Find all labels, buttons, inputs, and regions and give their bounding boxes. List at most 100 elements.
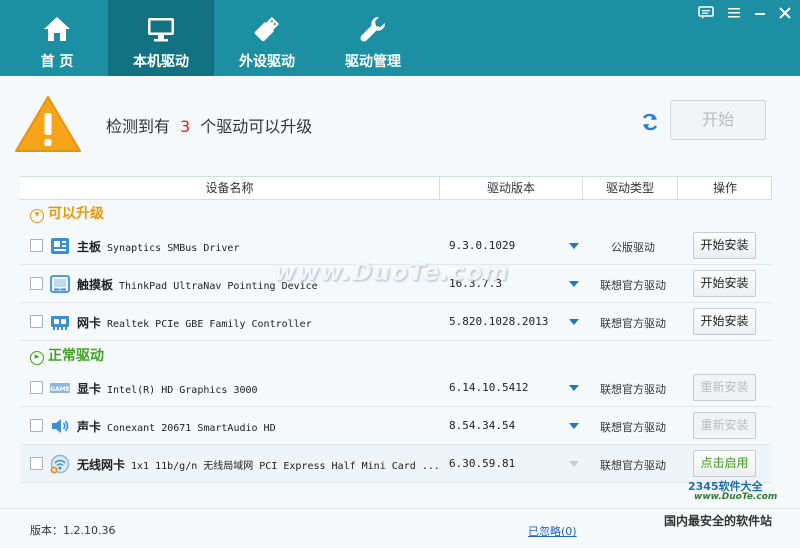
device-model: Conexant 20671 SmartAudio HD [107,423,276,434]
minimize-button[interactable] [752,5,768,21]
row-checkbox[interactable] [30,277,43,290]
minimize-icon [755,13,765,15]
feedback-button[interactable] [698,5,714,21]
driver-version: 6.30.59.81 [449,457,516,470]
group-normal-label: 正常驱动 [48,348,104,364]
group-upgradable-label: 可以升级 [48,206,104,222]
row-checkbox[interactable] [30,381,43,394]
driver-version: 5.820.1028.2013 [449,315,549,328]
device-category: 无线网卡 [77,458,126,472]
monitor-icon [148,18,174,42]
summary-prefix: 检测到有 [106,117,171,136]
version-dropdown-icon[interactable] [569,319,579,325]
column-driver-version: 驱动版本 [486,181,535,195]
top-navigation-bar: 首 页 本机驱动 外设驱动 驱动管理 [0,0,800,76]
driver-type: 联想官方驱动 [600,279,666,292]
table-row: GAME 显卡 Intel(R) HD Graphics 3000 6.14.10… [20,369,772,407]
logo-tagline: 国内最安全的软件站 [664,514,773,528]
device-name: 网卡 Realtek PCIe GBE Family Controller [77,314,312,331]
device-category: 显卡 [77,382,102,396]
driver-type: 联想官方驱动 [600,317,666,330]
device-name: 主板 Synaptics SMBus Driver [77,238,239,255]
close-icon [779,7,791,19]
site-logo: 2345软件大全 www.DuoTe.com 国内最安全的软件站 [652,478,777,529]
menu-button[interactable] [726,5,742,21]
tab-peripheral-drivers-label: 外设驱动 [239,54,295,70]
version-dropdown-icon[interactable] [569,281,579,287]
graphics-card-icon: GAME [50,383,70,393]
group-upgradable[interactable]: ▾ 可以升级 [30,204,104,224]
table-row: 声卡 Conexant 20671 SmartAudio HD 8.54.34.5… [20,407,772,445]
menu-icon [728,8,740,18]
row-checkbox[interactable] [30,419,43,432]
device-category: 网卡 [77,316,102,330]
version-dropdown-icon[interactable] [569,461,579,467]
ignored-link[interactable]: 已忽略(0) [528,523,577,539]
driver-version: 9.3.0.1029 [449,239,516,252]
chevron-down-icon: ▾ [30,209,44,223]
device-category: 声卡 [77,420,102,434]
summary-suffix: 个驱动可以升级 [200,117,313,136]
touchpad-icon [50,275,70,293]
device-model: Intel(R) HD Graphics 3000 [107,385,258,396]
install-button[interactable]: 开始安装 [693,270,756,297]
upgrade-summary: 检测到有 3 个驱动可以升级 [106,113,312,137]
device-category: 触摸板 [77,278,114,292]
install-button[interactable]: 开始安装 [693,232,756,259]
version-dropdown-icon[interactable] [569,243,579,249]
svg-text:GAME: GAME [50,386,70,393]
footer-divider [0,508,800,509]
network-card-icon [51,316,69,330]
device-name: 声卡 Conexant 20671 SmartAudio HD [77,418,276,435]
driver-version: 6.14.10.5412 [449,381,529,394]
tab-local-drivers-label: 本机驱动 [133,54,189,70]
version-dropdown-icon[interactable] [569,385,579,391]
wrench-icon [360,16,386,42]
device-model: Realtek PCIe GBE Family Controller [107,319,312,330]
chevron-right-icon: ▸ [30,351,44,365]
row-checkbox[interactable] [30,239,43,252]
tab-local-drivers[interactable]: 本机驱动 [108,0,214,76]
reinstall-button[interactable]: 重新安装 [693,374,756,401]
reinstall-button[interactable]: 重新安装 [693,412,756,439]
device-category: 主板 [77,240,102,254]
column-device-name: 设备名称 [205,181,254,195]
install-button[interactable]: 开始安装 [693,308,756,335]
start-button[interactable]: 开始 [670,100,766,140]
driver-version: 8.54.34.54 [449,419,516,432]
tab-home-label: 首 页 [40,54,74,70]
table-row: 网卡 Realtek PCIe GBE Family Controller 5.8… [20,303,772,341]
tab-driver-management-label: 驱动管理 [345,54,401,70]
row-checkbox[interactable] [30,457,43,470]
table-header: 设备名称 驱动版本 驱动类型 操作 [20,176,772,200]
warning-icon [15,96,81,152]
tab-home[interactable]: 首 页 [4,0,110,76]
usb-icon [254,16,280,42]
watermark: www.DuoTe.com [274,258,509,286]
driver-type: 联想官方驱动 [600,421,666,434]
home-icon [44,17,70,41]
tab-peripheral-drivers[interactable]: 外设驱动 [214,0,320,76]
device-name: 显卡 Intel(R) HD Graphics 3000 [77,380,258,397]
refresh-icon[interactable] [640,112,660,132]
driver-type: 公版驱动 [611,241,655,254]
tab-driver-management[interactable]: 驱动管理 [320,0,426,76]
speaker-icon [52,419,69,433]
device-model: 1x1 11b/g/n 无线局域网 PCI Express Half Mini … [131,461,440,472]
column-action: 操作 [712,181,737,195]
device-model: Synaptics SMBus Driver [107,243,240,254]
driver-type: 联想官方驱动 [600,383,666,396]
enable-button[interactable]: 点击启用 [693,450,756,477]
wireless-card-icon [50,454,70,474]
device-name: 无线网卡 1x1 11b/g/n 无线局域网 PCI Express Half M… [77,456,440,473]
version-dropdown-icon[interactable] [569,423,579,429]
group-normal[interactable]: ▸ 正常驱动 [30,346,104,366]
driver-type: 联想官方驱动 [600,459,666,472]
feedback-icon [698,6,714,19]
motherboard-icon [51,238,69,254]
app-version: 版本：1.2.10.36 [30,524,116,537]
column-divider [771,177,772,199]
close-button[interactable] [777,5,793,21]
column-driver-type: 驱动类型 [605,181,654,195]
row-checkbox[interactable] [30,315,43,328]
